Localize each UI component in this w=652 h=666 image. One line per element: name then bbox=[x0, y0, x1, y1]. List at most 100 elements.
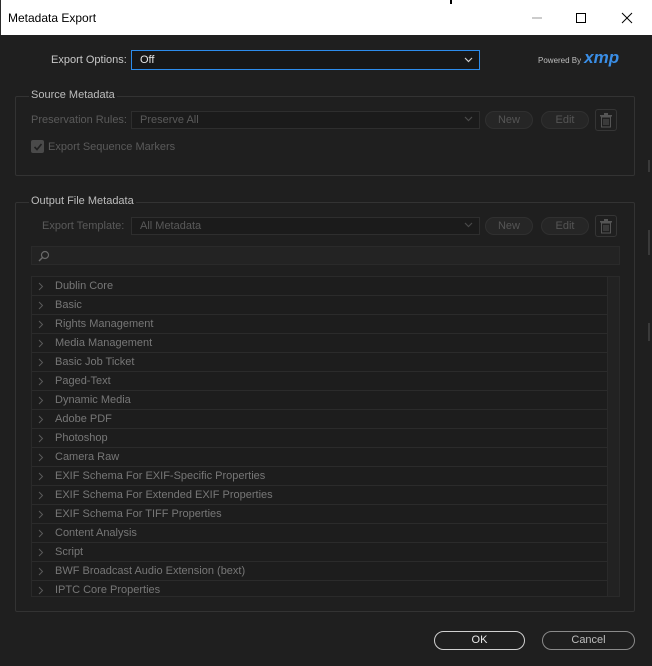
title-bar: Metadata Export bbox=[0, 0, 652, 35]
chevron-right-icon[interactable] bbox=[38, 529, 44, 538]
export-sequence-markers-label: Export Sequence Markers bbox=[48, 141, 176, 153]
schema-row-label: Photoshop bbox=[55, 432, 108, 444]
schema-row-label: Adobe PDF bbox=[55, 413, 112, 425]
chevron-right-icon[interactable] bbox=[38, 377, 44, 386]
schema-row[interactable]: Basic bbox=[32, 296, 608, 315]
chevron-right-icon[interactable] bbox=[38, 491, 44, 500]
minimize-icon bbox=[532, 17, 542, 19]
scrollbar[interactable] bbox=[607, 277, 619, 596]
export-template-value: All Metadata bbox=[140, 220, 202, 232]
maximize-button[interactable] bbox=[563, 5, 599, 31]
schema-row-label: Dublin Core bbox=[55, 280, 114, 292]
template-edit-button[interactable]: Edit bbox=[541, 217, 589, 235]
xmp-branding: Powered By xmp bbox=[538, 48, 619, 68]
schema-row-label: Dynamic Media bbox=[55, 394, 131, 406]
schema-row[interactable]: EXIF Schema For EXIF-Specific Properties bbox=[32, 467, 608, 486]
chevron-right-icon[interactable] bbox=[38, 320, 44, 329]
chevron-right-icon[interactable] bbox=[38, 472, 44, 481]
minimize-button[interactable] bbox=[519, 5, 555, 31]
chevron-right-icon[interactable] bbox=[38, 282, 44, 291]
schema-row-label: BWF Broadcast Audio Extension (bext) bbox=[55, 565, 246, 577]
schema-row[interactable]: Dynamic Media bbox=[32, 391, 608, 410]
title-bar-notch bbox=[450, 0, 452, 4]
schema-row[interactable]: Script bbox=[32, 543, 608, 562]
chevron-down-icon bbox=[464, 116, 473, 122]
chevron-right-icon[interactable] bbox=[38, 434, 44, 443]
schema-row[interactable]: Paged-Text bbox=[32, 372, 608, 391]
schema-row[interactable]: Adobe PDF bbox=[32, 410, 608, 429]
schema-row-label: Basic bbox=[55, 299, 82, 311]
schema-list[interactable]: IPTC Core Properties BWF Broadcast Audio … bbox=[31, 276, 620, 597]
chevron-right-icon[interactable] bbox=[38, 567, 44, 576]
chevron-right-icon[interactable] bbox=[38, 301, 44, 310]
source-delete-button[interactable] bbox=[595, 109, 617, 131]
schema-row-label: Basic Job Ticket bbox=[55, 356, 135, 368]
maximize-icon bbox=[576, 13, 586, 23]
search-input[interactable] bbox=[54, 248, 618, 265]
title-bar-edge bbox=[0, 0, 1, 35]
chevron-down-icon bbox=[464, 57, 473, 63]
chevron-right-icon[interactable] bbox=[38, 415, 44, 424]
ok-button[interactable]: OK bbox=[434, 631, 525, 650]
export-sequence-markers-checkbox[interactable] bbox=[31, 140, 44, 153]
template-new-button[interactable]: New bbox=[485, 217, 533, 235]
chevron-down-icon bbox=[464, 222, 473, 228]
schema-row-label: EXIF Schema For Extended EXIF Properties bbox=[55, 489, 273, 501]
chevron-right-icon[interactable] bbox=[38, 453, 44, 462]
chevron-right-icon[interactable] bbox=[38, 396, 44, 405]
schema-row-label: EXIF Schema For EXIF-Specific Properties bbox=[55, 470, 266, 482]
schema-row-label: EXIF Schema For TIFF Properties bbox=[55, 508, 222, 520]
window-title: Metadata Export bbox=[8, 11, 97, 25]
source-new-button[interactable]: New bbox=[485, 111, 533, 129]
template-delete-button[interactable] bbox=[595, 215, 617, 237]
powered-by-text: Powered By bbox=[538, 55, 582, 65]
edge-mark bbox=[648, 160, 650, 172]
edge-mark bbox=[648, 323, 650, 341]
schema-row-label: Camera Raw bbox=[55, 451, 120, 463]
chevron-right-icon[interactable] bbox=[38, 586, 44, 595]
schema-row-label: Paged-Text bbox=[55, 375, 111, 387]
schema-row[interactable]: Photoshop bbox=[32, 429, 608, 448]
schema-row-label: Content Analysis bbox=[55, 527, 137, 539]
schema-row[interactable]: Dublin Core bbox=[32, 277, 608, 296]
schema-row[interactable]: EXIF Schema For Extended EXIF Properties bbox=[32, 486, 608, 505]
preservation-rules-dropdown[interactable]: Preserve All bbox=[131, 111, 480, 129]
chevron-right-icon[interactable] bbox=[38, 510, 44, 519]
close-button[interactable] bbox=[609, 5, 645, 31]
export-options-label: Export Options: bbox=[51, 54, 127, 66]
schema-row[interactable]: Rights Management bbox=[32, 315, 608, 334]
export-template-label: Export Template: bbox=[42, 220, 125, 232]
preservation-rules-label: Preservation Rules: bbox=[31, 114, 127, 126]
chevron-right-icon[interactable] bbox=[38, 548, 44, 557]
cancel-button[interactable]: Cancel bbox=[542, 631, 635, 650]
schema-row[interactable]: Basic Job Ticket bbox=[32, 353, 608, 372]
schema-row-label: Rights Management bbox=[55, 318, 154, 330]
schema-row[interactable]: Content Analysis bbox=[32, 524, 608, 543]
edge-mark bbox=[648, 230, 650, 255]
chevron-right-icon[interactable] bbox=[38, 358, 44, 367]
xmp-logo: xmp bbox=[584, 48, 620, 67]
source-edit-button[interactable]: Edit bbox=[541, 111, 589, 129]
schema-row-label: Script bbox=[55, 546, 84, 558]
search-icon bbox=[38, 250, 50, 262]
schema-row[interactable]: IPTC Core Properties bbox=[32, 581, 608, 596]
trash-icon bbox=[600, 219, 612, 234]
export-options-dropdown[interactable]: Off bbox=[131, 50, 480, 70]
source-metadata-title: Source Metadata bbox=[29, 89, 117, 101]
preservation-rules-value: Preserve All bbox=[140, 114, 199, 126]
schema-row-label: Media Management bbox=[55, 337, 153, 349]
metadata-search-field[interactable] bbox=[31, 246, 620, 265]
output-file-metadata-title: Output File Metadata bbox=[29, 195, 136, 207]
schema-row[interactable]: Media Management bbox=[32, 334, 608, 353]
checkmark-icon bbox=[33, 142, 42, 151]
close-icon bbox=[621, 12, 633, 24]
schema-row-label: IPTC Core Properties bbox=[55, 584, 161, 596]
trash-icon bbox=[600, 113, 612, 128]
source-metadata-group bbox=[15, 96, 635, 176]
schema-row[interactable]: Camera Raw bbox=[32, 448, 608, 467]
export-options-value: Off bbox=[140, 54, 155, 66]
schema-row[interactable]: BWF Broadcast Audio Extension (bext) bbox=[32, 562, 608, 581]
export-template-dropdown[interactable]: All Metadata bbox=[131, 217, 480, 235]
chevron-right-icon[interactable] bbox=[38, 339, 44, 348]
schema-row[interactable]: EXIF Schema For TIFF Properties bbox=[32, 505, 608, 524]
